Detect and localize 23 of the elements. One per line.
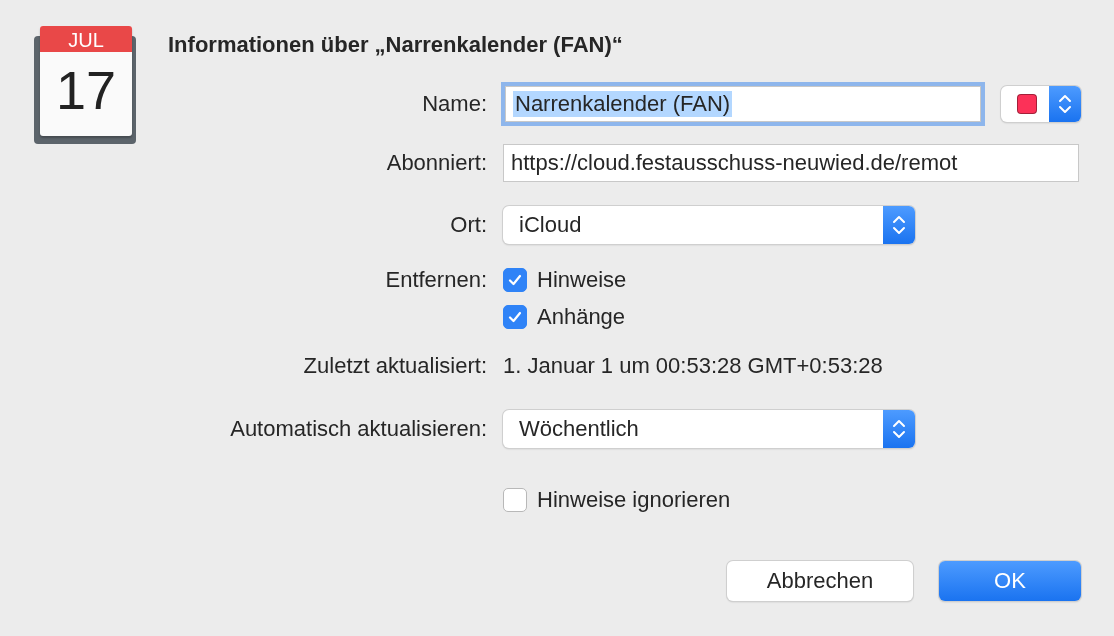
color-popup-button[interactable] [1001,86,1081,122]
checkbox-label[interactable]: Anhänge [537,303,626,330]
url-field[interactable]: https://cloud.festausschuss-neuwied.de/remot [503,144,1079,182]
field-label: Ort: [449,212,487,238]
cancel-button[interactable]: Abbrechen [727,561,913,601]
field-label: Name: [421,91,487,117]
field-label: Automatisch aktualisieren: [229,416,487,442]
checkbox[interactable] [503,488,527,512]
field-label: Entfernen: [384,266,487,294]
field-label: Abonniert: [385,150,487,176]
checkbox[interactable] [503,267,527,292]
chevrons-icon [892,418,906,440]
chevrons-icon [892,214,906,236]
update-interval-popup-button[interactable]: Wöchentlich [503,410,915,448]
checkbox-label[interactable]: Hinweise ignorieren [537,487,731,513]
location-popup-button[interactable]: iCloud [503,206,915,244]
last-updated-value: 1. Januar 1 um 00:53:28 GMT+0:53:28 [503,353,883,379]
dialog-title: Informationen über „Narrenkalender (FAN)“ [168,31,624,59]
chevrons-icon [1058,93,1072,115]
checkbox-label[interactable]: Hinweise [537,266,627,293]
ok-button[interactable]: OK [939,561,1081,601]
checkbox[interactable] [503,304,527,329]
field-label: Zuletzt aktualisiert: [302,353,487,379]
